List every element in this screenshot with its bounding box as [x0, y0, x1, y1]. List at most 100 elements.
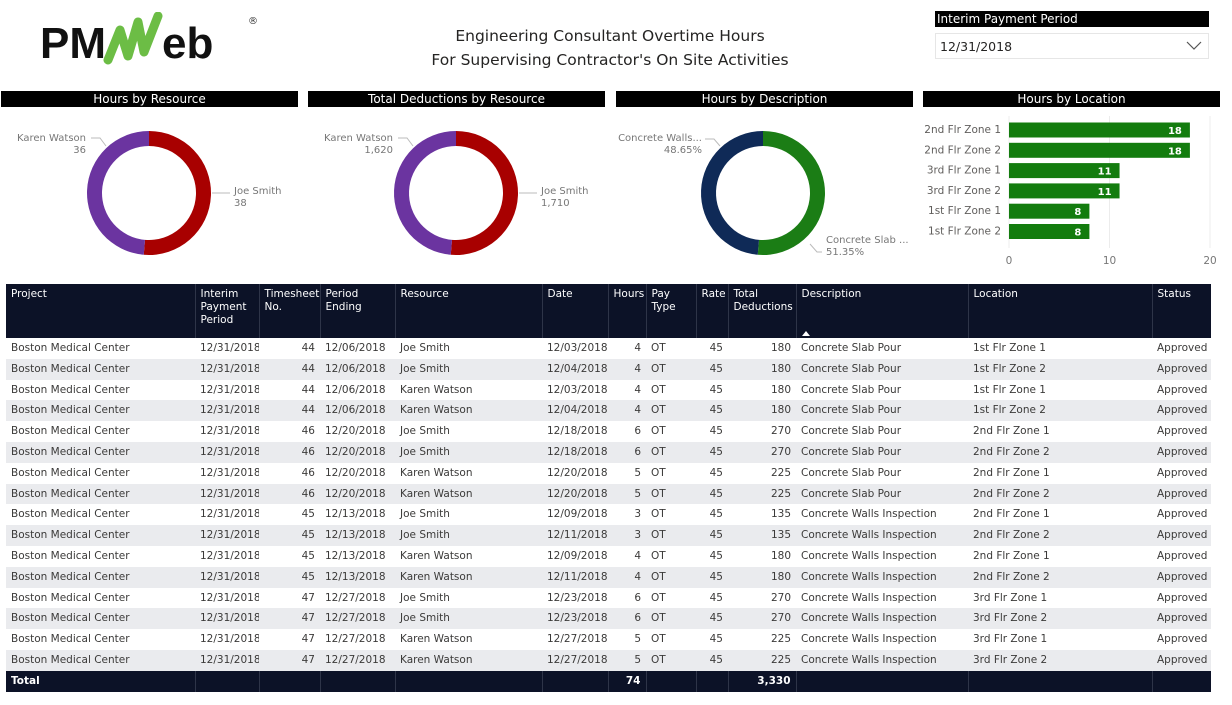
- table-row[interactable]: Boston Medical Center 12/31/2018 44 12/06/2…: [6, 400, 1211, 422]
- cell-date: 12/23/2018: [542, 608, 608, 630]
- cell-project: Boston Medical Center: [6, 649, 195, 671]
- table-row[interactable]: Boston Medical Center 12/31/2018 47 12/27/2…: [6, 587, 1211, 609]
- table-row[interactable]: Boston Medical Center 12/31/2018 45 12/13/2…: [6, 525, 1211, 546]
- column-header-date[interactable]: Date: [542, 284, 609, 338]
- cell-project: Boston Medical Center: [6, 566, 195, 588]
- cell-pay-type: OT: [646, 504, 696, 526]
- donut-slice-karen-watson[interactable]: [87, 131, 149, 255]
- hours-by-location-chart[interactable]: 0 10 20 2nd Flr Zone 1 18 2nd Flr Zone 2 18 3rd…: [922, 112, 1232, 272]
- donut-slice-concrete-slab[interactable]: [757, 131, 826, 255]
- cell-period-ending: 12/06/2018: [320, 379, 395, 401]
- chevron-down-icon[interactable]: [1186, 41, 1202, 51]
- bar-value-label: 11: [1098, 187, 1112, 198]
- cell-total-deductions: 180: [728, 358, 796, 380]
- column-header-text: Total: [733, 288, 759, 300]
- cell-rate: 45: [696, 358, 728, 380]
- table-row[interactable]: Boston Medical Center 12/31/2018 45 12/13/2…: [6, 545, 1211, 567]
- column-header-rate[interactable]: Rate: [696, 284, 729, 338]
- report-title-line1: Engineering Consultant Overtime Hours: [455, 27, 765, 45]
- cell-rate: 45: [696, 483, 728, 505]
- cell-interim-payment-period: 12/31/2018: [195, 525, 259, 546]
- table-row[interactable]: Boston Medical Center 12/31/2018 46 12/20/2…: [6, 421, 1211, 442]
- table-row[interactable]: Boston Medical Center 12/31/2018 46 12/20/2…: [6, 483, 1211, 505]
- cell-project: Boston Medical Center: [6, 358, 195, 380]
- cell-interim-payment-period: 12/31/2018: [195, 462, 259, 484]
- table-row[interactable]: Boston Medical Center 12/31/2018 44 12/06/2…: [6, 379, 1211, 401]
- table-row[interactable]: Boston Medical Center 12/31/2018 45 12/13/2…: [6, 504, 1211, 526]
- cell-resource: Karen Watson: [395, 629, 542, 650]
- cell-interim-payment-period: 12/31/2018: [195, 629, 259, 650]
- column-header-timesheet-no-[interactable]: Timesheet No.: [259, 284, 321, 338]
- cell-timesheet-no-: 44: [259, 358, 320, 380]
- cell-description: Concrete Slab Pour: [796, 379, 968, 401]
- cell-rate: 45: [696, 441, 728, 463]
- table-row[interactable]: Boston Medical Center 12/31/2018 47 12/27/2…: [6, 629, 1211, 650]
- cell-location: 2nd Flr Zone 1: [968, 504, 1152, 526]
- hours-by-resource-chart[interactable]: Joe Smith 38 Karen Watson 36: [0, 112, 298, 272]
- table-row[interactable]: Boston Medical Center 12/31/2018 47 12/27/2…: [6, 608, 1211, 630]
- cell-rate: 45: [696, 545, 728, 567]
- slicer-dropdown[interactable]: 12/31/2018: [935, 33, 1209, 59]
- donut-slice-karen-watson[interactable]: [394, 131, 456, 255]
- column-header-resource[interactable]: Resource: [395, 284, 543, 338]
- total-empty-cell: [968, 670, 1153, 692]
- table-row[interactable]: Boston Medical Center 12/31/2018 44 12/06/2…: [6, 358, 1211, 380]
- total-empty-cell: [542, 670, 609, 692]
- category-label: 2nd Flr Zone 2: [924, 144, 1001, 156]
- hours-by-description-chart[interactable]: Concrete Slab ... 51.35% Concrete Walls...…: [614, 112, 912, 272]
- column-header-text: Description: [801, 288, 862, 300]
- cell-hours: 6: [608, 608, 646, 630]
- category-label: 3rd Flr Zone 2: [927, 185, 1001, 197]
- cell-location: 2nd Flr Zone 1: [968, 421, 1152, 442]
- donut-slice-concrete-walls[interactable]: [701, 131, 763, 255]
- cell-pay-type: OT: [646, 338, 696, 359]
- bar-2nd-flr-zone-1[interactable]: [1009, 122, 1190, 138]
- cell-timesheet-no-: 44: [259, 400, 320, 422]
- column-header-description[interactable]: Description: [796, 284, 969, 338]
- column-header-status[interactable]: Status: [1152, 284, 1211, 338]
- column-header-interim-payment-period[interactable]: Interim Payment Period: [195, 284, 260, 338]
- cell-resource: Karen Watson: [395, 379, 542, 401]
- cell-resource: Joe Smith: [395, 504, 542, 526]
- cell-total-deductions: 225: [728, 649, 796, 671]
- cell-hours: 4: [608, 545, 646, 567]
- table-row[interactable]: Boston Medical Center 12/31/2018 44 12/06/2…: [6, 338, 1211, 359]
- column-header-location[interactable]: Location: [968, 284, 1153, 338]
- category-label: 2nd Flr Zone 1: [924, 124, 1001, 136]
- deductions-by-resource-chart[interactable]: Joe Smith 1,710 Karen Watson 1,620: [307, 112, 605, 272]
- cell-total-deductions: 270: [728, 421, 796, 442]
- bar-2nd-flr-zone-2[interactable]: [1009, 142, 1190, 158]
- sort-ascending-icon[interactable]: [801, 331, 810, 336]
- donut-slice-joe-smith[interactable]: [143, 131, 212, 255]
- leader-line: [809, 243, 822, 253]
- cell-resource: Karen Watson: [395, 483, 542, 505]
- cell-status: Approved: [1152, 587, 1211, 609]
- cell-location: 3rd Flr Zone 1: [968, 629, 1152, 650]
- cell-total-deductions: 270: [728, 441, 796, 463]
- cell-rate: 45: [696, 421, 728, 442]
- cell-interim-payment-period: 12/31/2018: [195, 400, 259, 422]
- cell-interim-payment-period: 12/31/2018: [195, 483, 259, 505]
- column-header-period-ending[interactable]: Period Ending: [320, 284, 396, 338]
- table-row[interactable]: Boston Medical Center 12/31/2018 46 12/20/2…: [6, 462, 1211, 484]
- cell-timesheet-no-: 45: [259, 545, 320, 567]
- hours-by-location-header: Hours by Location: [923, 91, 1220, 107]
- timesheet-table: Project Interim Payment Period Timesheet No. P…: [6, 284, 1211, 692]
- column-header-pay-type[interactable]: Pay Type: [646, 284, 697, 338]
- column-header-total-deductions[interactable]: Total Deductions: [728, 284, 797, 338]
- cell-total-deductions: 225: [728, 483, 796, 505]
- table-row[interactable]: Boston Medical Center 12/31/2018 45 12/13/2…: [6, 566, 1211, 588]
- cell-pay-type: OT: [646, 545, 696, 567]
- cell-timesheet-no-: 44: [259, 338, 320, 359]
- cell-resource: Joe Smith: [395, 441, 542, 463]
- cell-location: 3rd Flr Zone 2: [968, 649, 1152, 671]
- column-header-project[interactable]: Project: [6, 284, 196, 338]
- table-row[interactable]: Boston Medical Center 12/31/2018 46 12/20/2…: [6, 441, 1211, 463]
- table-row[interactable]: Boston Medical Center 12/31/2018 47 12/27/2…: [6, 649, 1211, 671]
- table-header-row: Project Interim Payment Period Timesheet No. P…: [6, 284, 1211, 338]
- cell-period-ending: 12/06/2018: [320, 338, 395, 359]
- column-header-hours[interactable]: Hours: [608, 284, 647, 338]
- cell-status: Approved: [1152, 525, 1211, 546]
- cell-interim-payment-period: 12/31/2018: [195, 545, 259, 567]
- donut-slice-joe-smith[interactable]: [450, 131, 519, 255]
